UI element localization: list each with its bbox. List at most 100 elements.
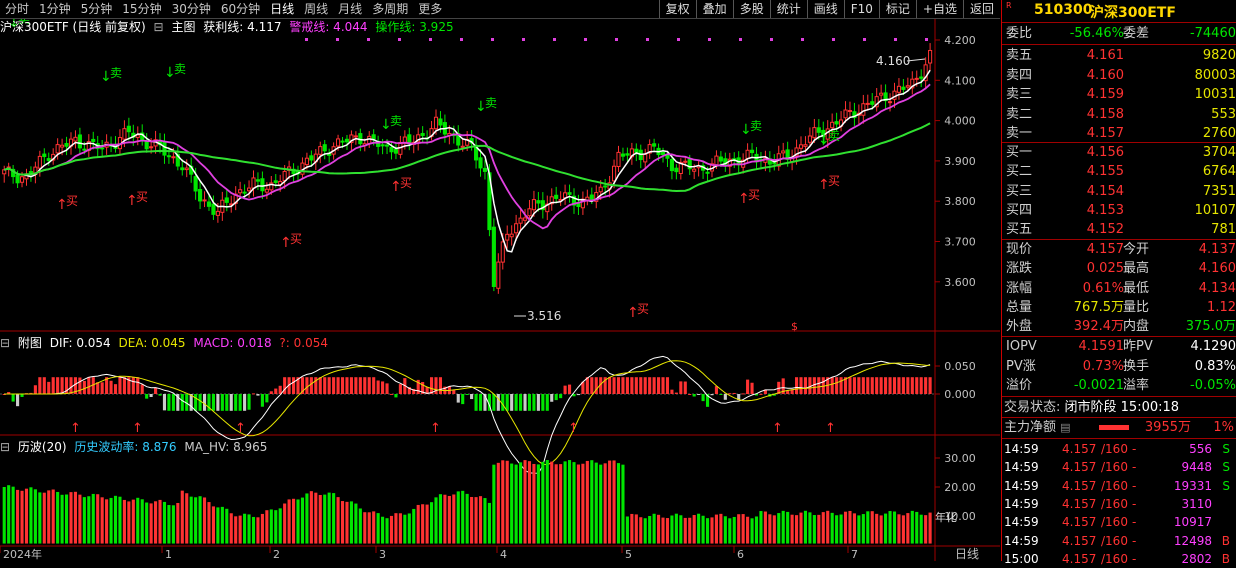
toolbar-action-button[interactable]: 返回	[963, 0, 1000, 18]
tick-volume: 12498	[1174, 532, 1212, 550]
candle-body	[813, 128, 816, 138]
candle-body	[492, 227, 495, 286]
menu-icon[interactable]: ▤	[1060, 421, 1070, 434]
quote-label-2: 内盘	[1123, 317, 1149, 336]
vol-bar	[826, 511, 829, 544]
collapse-icon[interactable]: ⊟	[0, 440, 10, 454]
period-tab[interactable]: 日线	[265, 0, 299, 18]
candle-body	[194, 177, 197, 191]
vol-bar	[492, 465, 495, 544]
macd-bar	[265, 394, 268, 402]
candle-body	[74, 137, 77, 141]
toolbar-action-button[interactable]: 叠加	[696, 0, 733, 18]
macd-bar	[621, 377, 624, 394]
tick-price: 4.157	[1062, 495, 1096, 513]
period-tab[interactable]: 15分钟	[117, 0, 166, 18]
collapse-icon[interactable]: ⊟	[154, 20, 164, 34]
vol-bar	[528, 461, 531, 543]
macd-bar	[519, 394, 522, 411]
toolbar-action-button[interactable]: 复权	[659, 0, 696, 18]
period-tab[interactable]: 周线	[299, 0, 333, 18]
macd-bar	[697, 394, 700, 395]
vol-bar	[283, 504, 286, 544]
flow-bar	[1099, 425, 1129, 430]
vol-bar	[87, 496, 90, 543]
hv-title: 历波(20)	[18, 440, 67, 454]
candle-body	[83, 149, 86, 150]
toolbar-action-button[interactable]: 画线	[807, 0, 844, 18]
macd-bar	[16, 394, 19, 406]
candle-body	[207, 202, 210, 206]
macd-bar	[83, 381, 86, 394]
candle-body	[252, 178, 255, 188]
period-tab[interactable]: 月线	[333, 0, 367, 18]
vol-bar	[74, 492, 77, 544]
signal-dot	[801, 38, 804, 41]
toolbar-action-button[interactable]: 统计	[770, 0, 807, 18]
vol-bar	[421, 504, 424, 543]
iopv-value: -0.0021	[1074, 376, 1124, 395]
vol-bar	[840, 514, 843, 543]
vol-bar	[434, 497, 437, 543]
vol-bar	[399, 513, 402, 543]
candle-body	[844, 110, 847, 118]
period-tab[interactable]: 分时	[0, 0, 34, 18]
kline-chart[interactable]: 4.2004.1004.0003.9003.8003.7003.6000.050…	[0, 19, 1000, 561]
macd-buy-arrow: ↑	[568, 421, 579, 436]
macd-bar	[256, 394, 259, 396]
macd-bar	[181, 394, 184, 411]
weicha-value: -74460	[1190, 24, 1236, 43]
signal-dot	[708, 38, 711, 41]
candle-body	[920, 77, 923, 78]
macd-bar	[746, 380, 749, 394]
macd-bar	[862, 377, 865, 394]
macd-bar	[506, 394, 509, 411]
tick-time: 14:59	[1004, 440, 1039, 458]
quote-value-2: 4.160	[1199, 259, 1236, 278]
candle-body	[831, 122, 834, 127]
vol-bar	[341, 501, 344, 544]
candle-body	[421, 133, 424, 135]
chart-area[interactable]: 4.2004.1004.0003.9003.8003.7003.6000.050…	[0, 19, 1000, 561]
period-tab[interactable]: 1分钟	[34, 0, 76, 18]
signal-dot	[398, 38, 401, 41]
toolbar-action-button[interactable]: F10	[844, 0, 879, 18]
tick-dash: -	[1132, 458, 1136, 476]
toolbar-action-button[interactable]: 标记	[879, 0, 916, 18]
period-tab[interactable]: 60分钟	[216, 0, 265, 18]
vol-bar	[479, 496, 482, 543]
candle-body	[243, 192, 246, 193]
buy-label: 买	[136, 190, 148, 204]
toolbar-action-button[interactable]: 多股	[733, 0, 770, 18]
period-tab[interactable]: 多周期	[367, 0, 413, 18]
mahv-label: MA_HV: 8.965	[184, 440, 267, 454]
signal-dot	[615, 38, 618, 41]
macd-bar	[880, 377, 883, 394]
vol-bar	[203, 497, 206, 543]
vol-bar	[78, 495, 81, 544]
period-tab[interactable]: 30分钟	[167, 0, 216, 18]
vol-bar	[181, 491, 184, 544]
macd-bar	[332, 377, 335, 394]
vol-bar	[497, 463, 500, 544]
iopv-label-2: 昨PV	[1123, 337, 1153, 356]
ask-label: 卖五	[1006, 46, 1032, 65]
signal-dot	[305, 38, 308, 41]
candle-body	[661, 152, 664, 154]
vol-bar	[577, 465, 580, 544]
ask-row: 卖二4.158553	[1006, 105, 1236, 124]
macd-bar	[537, 394, 540, 411]
quote-row: 涨跌0.025最高4.160	[1006, 259, 1236, 278]
vol-bar	[621, 465, 624, 544]
weicha-label: 委差	[1123, 24, 1149, 43]
tick-price: 4.157	[1062, 477, 1096, 495]
period-tab[interactable]: 5分钟	[76, 0, 118, 18]
vol-bar	[523, 460, 526, 543]
vol-bar	[759, 511, 762, 544]
collapse-icon[interactable]: ⊟	[0, 336, 10, 350]
period-tab[interactable]: 更多	[413, 0, 447, 18]
toolbar-action-button[interactable]: +自选	[916, 0, 963, 18]
macd-bar	[377, 380, 380, 394]
candle-body	[746, 150, 749, 158]
ask-price: 4.160	[1087, 66, 1124, 85]
